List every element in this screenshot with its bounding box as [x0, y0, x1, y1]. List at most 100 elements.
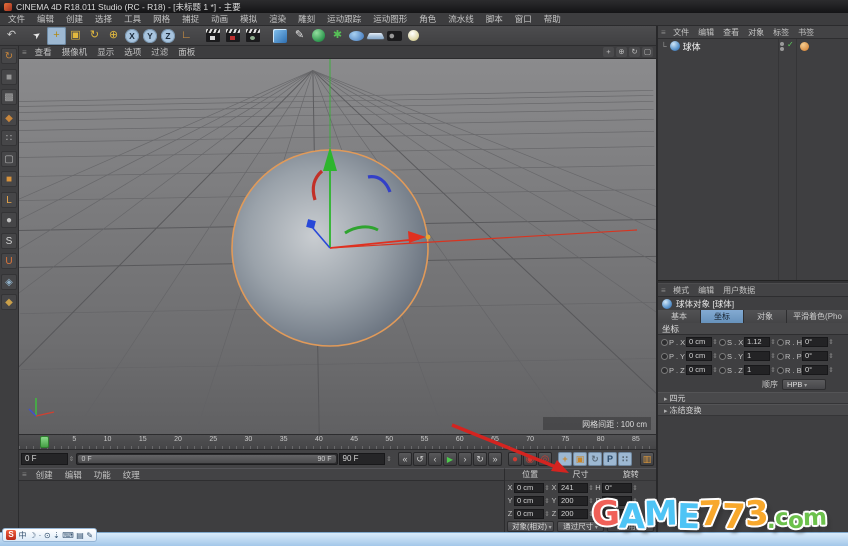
toolbar-separator[interactable]: [196, 27, 203, 45]
attribute-tab[interactable]: 平滑着色(Pho: [787, 310, 848, 323]
coordinates-section-header[interactable]: 坐标: [658, 323, 848, 335]
position-field[interactable]: 0 cm: [686, 337, 712, 347]
workplane-mode-icon[interactable]: ◆: [1, 110, 17, 126]
render-view-icon[interactable]: [206, 29, 220, 42]
halfwidth-icon[interactable]: ☽: [29, 531, 36, 540]
key-rotation-button[interactable]: ↻: [588, 452, 602, 466]
object-manager-menu-item[interactable]: 标签: [769, 27, 794, 38]
position-field[interactable]: 0 cm: [514, 509, 544, 519]
emoji-icon[interactable]: ⊙: [44, 531, 51, 540]
end-frame-field[interactable]: 90 F: [339, 453, 386, 465]
title-bar[interactable]: CINEMA 4D R18.011 Studio (RC - R18) - [未…: [0, 0, 848, 13]
toggle-view-icon[interactable]: ▢: [642, 47, 653, 57]
position-field[interactable]: 0 cm: [686, 365, 712, 375]
menu-item[interactable]: 捕捉: [176, 13, 205, 25]
play-button[interactable]: ▶: [443, 452, 457, 466]
attribute-tab[interactable]: 坐标: [701, 310, 744, 323]
attribute-tab[interactable]: 对象: [744, 310, 787, 323]
pan-view-icon[interactable]: +: [603, 47, 614, 57]
x-axis-lock-icon[interactable]: X: [125, 29, 139, 43]
goto-start-button[interactable]: «: [398, 452, 412, 466]
visibility-dots-icon[interactable]: [780, 42, 784, 51]
size-field[interactable]: 200 cm: [558, 496, 588, 506]
size-field[interactable]: 200 cm: [558, 509, 588, 519]
rotation-field[interactable]: 0°: [602, 483, 632, 493]
anim-dot-icon[interactable]: [719, 339, 726, 346]
key-pla-button[interactable]: ∷: [618, 452, 632, 466]
viewport-canvas[interactable]: 网格间距 : 100 cm: [19, 59, 656, 434]
points-mode-icon[interactable]: ∷: [1, 130, 17, 146]
keyframe-presets-button[interactable]: ▥: [640, 452, 654, 466]
anim-dot-icon[interactable]: [719, 367, 726, 374]
object-manager-menu-item[interactable]: 书签: [794, 27, 819, 38]
position-field[interactable]: 0 cm: [514, 496, 544, 506]
material-menu-item[interactable]: 纹理: [117, 469, 146, 481]
panel-grip-icon[interactable]: ≡: [661, 28, 666, 37]
add-deformer-icon[interactable]: ✱: [328, 27, 347, 45]
menu-item[interactable]: 创建: [60, 13, 89, 25]
viewport-menu-item[interactable]: 过滤: [146, 46, 173, 58]
menu-item[interactable]: 文件: [2, 13, 31, 25]
add-camera-icon[interactable]: [387, 31, 402, 41]
key-position-button[interactable]: +: [558, 452, 572, 466]
next-frame-button[interactable]: ›: [458, 452, 472, 466]
menu-item[interactable]: 编辑: [31, 13, 60, 25]
workplane-icon[interactable]: ◈: [1, 274, 17, 290]
snap-toggle-icon[interactable]: S: [1, 233, 17, 249]
menu-item[interactable]: 角色: [413, 13, 442, 25]
add-light-icon[interactable]: [408, 30, 419, 41]
add-spline-icon[interactable]: ✎: [290, 27, 309, 45]
material-menu-item[interactable]: 创建: [30, 469, 59, 481]
material-menu-item[interactable]: 编辑: [59, 469, 88, 481]
object-manager-menu-item[interactable]: 查看: [719, 27, 744, 38]
skin-icon[interactable]: ✎: [86, 531, 93, 540]
attribute-menu-item[interactable]: 用户数据: [719, 285, 760, 296]
move-tool-icon[interactable]: +: [47, 27, 66, 45]
attribute-group-header[interactable]: 冻结变换: [658, 404, 848, 416]
attribute-group-header[interactable]: 四元: [658, 392, 848, 404]
position-field[interactable]: 0 cm: [514, 483, 544, 493]
menu-item[interactable]: 运动跟踪: [321, 13, 367, 25]
menu-item[interactable]: 工具: [118, 13, 147, 25]
material-menu-item[interactable]: 功能: [88, 469, 117, 481]
viewport-menu-item[interactable]: 面板: [173, 46, 200, 58]
undo-icon[interactable]: ↶: [2, 27, 21, 45]
attribute-menu-item[interactable]: 编辑: [694, 285, 719, 296]
menu-item[interactable]: 雕刻: [292, 13, 321, 25]
phong-tag-icon[interactable]: [800, 42, 809, 51]
rotate-view-icon[interactable]: ↻: [629, 47, 640, 57]
panel-grip-icon[interactable]: ≡: [661, 286, 666, 295]
panel-grip-icon[interactable]: ≡: [22, 470, 27, 479]
viewport-menu-item[interactable]: 选项: [119, 46, 146, 58]
menu-item[interactable]: 渲染: [263, 13, 292, 25]
add-generator-icon[interactable]: [312, 29, 325, 42]
last-tool-icon[interactable]: ⊕: [104, 27, 123, 45]
z-axis-lock-icon[interactable]: Z: [161, 29, 175, 43]
anim-dot-icon[interactable]: [777, 339, 784, 346]
viewport-menu-item[interactable]: 显示: [92, 46, 119, 58]
object-row-sphere[interactable]: └ 球体 ✓: [658, 39, 848, 53]
menu-item[interactable]: 网格: [147, 13, 176, 25]
coordinate-mode-dropdown[interactable]: 对象(相对): [507, 521, 554, 532]
keyboard-icon[interactable]: ⌨: [62, 531, 74, 540]
attribute-tab[interactable]: 基本: [658, 310, 701, 323]
sogou-logo[interactable]: S: [6, 530, 16, 540]
magnet-snap-icon[interactable]: U: [1, 253, 17, 269]
toolbox-icon[interactable]: ▤: [76, 531, 84, 540]
scale-field[interactable]: 1: [744, 365, 770, 375]
object-name[interactable]: 球体: [683, 40, 701, 53]
order-dropdown[interactable]: HPB: [782, 379, 826, 390]
object-manager-tree[interactable]: └ 球体 ✓: [658, 39, 848, 280]
make-editable-icon[interactable]: ↻: [1, 48, 17, 64]
menu-item[interactable]: 选择: [89, 13, 118, 25]
key-parameter-button[interactable]: P: [603, 452, 617, 466]
goto-end-button[interactable]: »: [488, 452, 502, 466]
rotate-tool-icon[interactable]: ↻: [85, 27, 104, 45]
menu-item[interactable]: 动画: [205, 13, 234, 25]
scale-field[interactable]: 1: [744, 351, 770, 361]
punctuation-icon[interactable]: ·: [39, 531, 42, 540]
timeline-ruler[interactable]: 051015202530354045505560657075808590: [19, 434, 656, 449]
add-environment-icon[interactable]: [349, 31, 364, 41]
anim-dot-icon[interactable]: [661, 367, 668, 374]
rotation-field[interactable]: 0°: [802, 365, 828, 375]
